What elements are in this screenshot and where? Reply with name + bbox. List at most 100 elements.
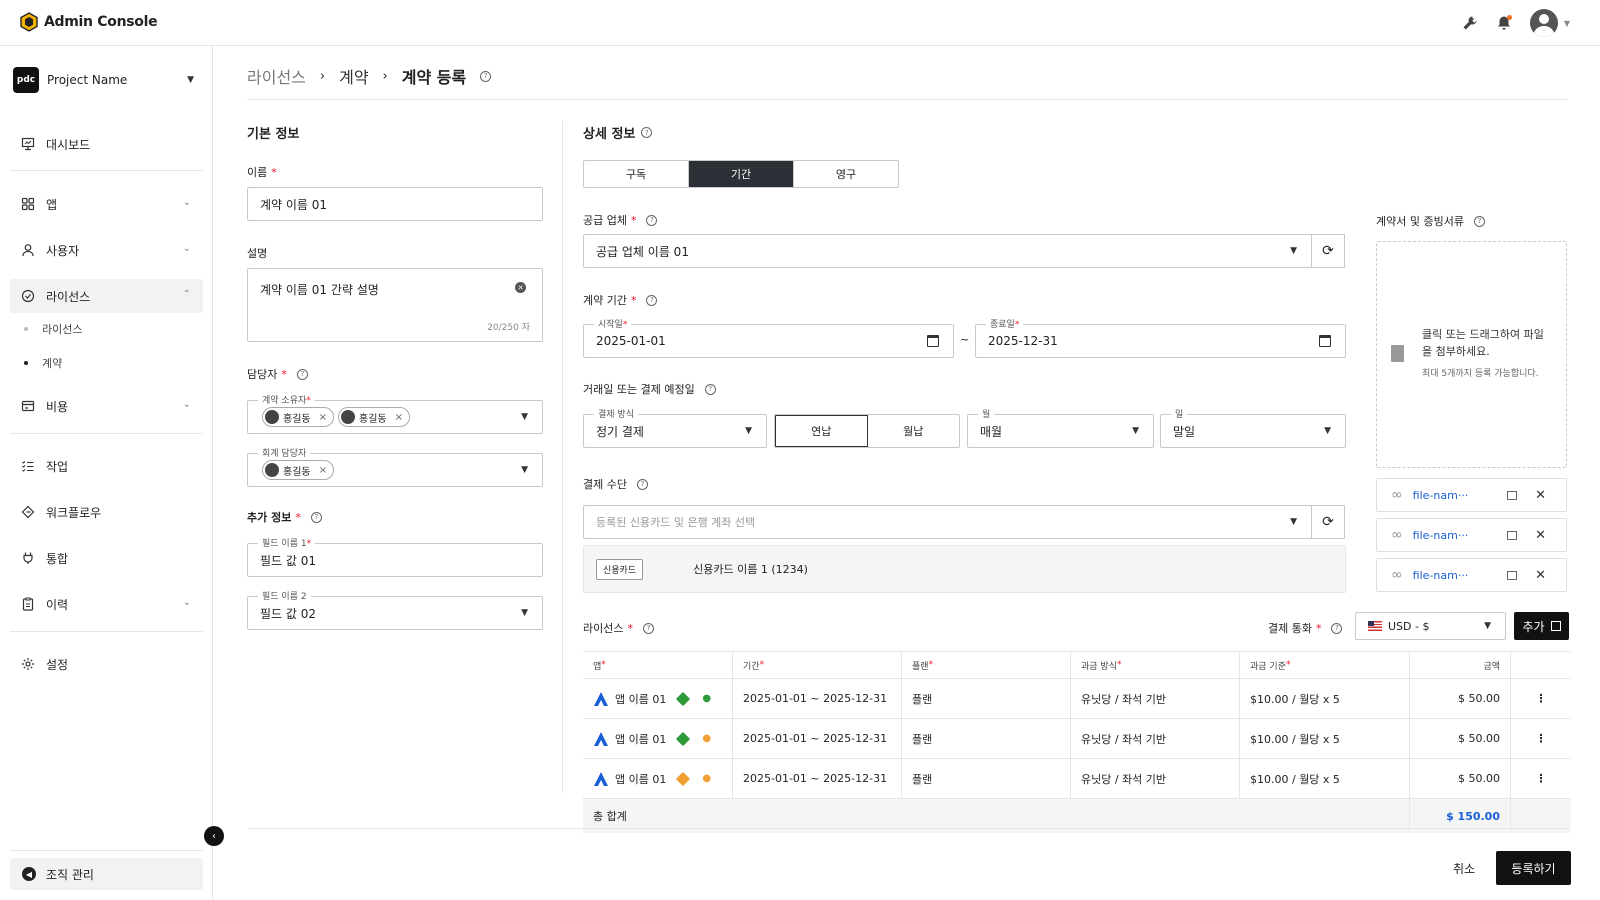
- owner-select[interactable]: 계약 소유자* 홍길동 × 홍길동 × ▼: [247, 393, 543, 434]
- close-icon[interactable]: ✕: [1535, 528, 1546, 543]
- footer-divider: [248, 828, 1570, 829]
- cancel-button[interactable]: 취소: [1434, 851, 1494, 885]
- help-icon[interactable]: ?: [646, 294, 658, 306]
- currency-select[interactable]: USD - $ ▼: [1355, 612, 1506, 640]
- help-icon[interactable]: ?: [1473, 215, 1485, 227]
- day-label: 일: [1171, 407, 1188, 420]
- table-header: 앱 * 기간 * 플랜 * 과금 방식 * 과금 기준 * 금액: [583, 651, 1571, 679]
- close-icon[interactable]: ×: [319, 412, 327, 423]
- sidebar-item-history[interactable]: 이력 ⌄: [10, 587, 203, 621]
- sidebar-item-task[interactable]: 작업: [10, 449, 203, 483]
- license-table: 앱 * 기간 * 플랜 * 과금 방식 * 과금 기준 * 금액 앱 이름 01 ● 2025…: [583, 651, 1571, 833]
- sidebar-item-cost[interactable]: 비용 ⌄: [10, 389, 203, 423]
- file-name[interactable]: file-nam···: [1413, 569, 1507, 582]
- app-name[interactable]: 앱 이름 01: [615, 771, 666, 787]
- sidebar-item-workflow[interactable]: 워크플로우: [10, 495, 203, 529]
- payment-means-select[interactable]: 등록된 신용카드 및 은행 계좌 선택 ▼: [583, 505, 1312, 539]
- breadcrumb-license[interactable]: 라이선스: [247, 64, 306, 88]
- preview-icon[interactable]: [1507, 570, 1518, 580]
- month-select[interactable]: 월 매월 ▼: [967, 407, 1154, 448]
- sidebar-subitem-contract[interactable]: 계약: [24, 355, 62, 371]
- wrench-icon[interactable]: [1462, 15, 1478, 31]
- sidebar-item-license[interactable]: 라이선스 ⌃: [10, 279, 203, 313]
- user-icon: ●: [702, 773, 712, 784]
- help-icon[interactable]: ?: [310, 511, 322, 523]
- row-menu-button[interactable]: ⋮: [1511, 759, 1571, 798]
- help-icon[interactable]: ?: [646, 214, 658, 226]
- project-selector[interactable]: pdc Project Name ▼: [13, 66, 200, 94]
- toggle-monthly[interactable]: 월납: [868, 415, 960, 447]
- user-chip[interactable]: 홍길동 ×: [262, 407, 334, 427]
- preview-icon[interactable]: [1507, 530, 1518, 540]
- accountant-select[interactable]: 회계 담당자 홍길동 × ▼: [247, 446, 543, 487]
- attached-file: ∞ file-nam··· ✕: [1376, 518, 1567, 552]
- help-icon[interactable]: ?: [704, 383, 716, 395]
- cell-billing: 유닛당 / 좌석 기반: [1071, 679, 1240, 718]
- add-license-button[interactable]: 추가: [1514, 612, 1569, 640]
- file-name[interactable]: file-nam···: [1413, 529, 1507, 542]
- notification-button[interactable]: [1496, 15, 1512, 31]
- close-icon[interactable]: ×: [395, 412, 403, 423]
- help-icon[interactable]: ?: [642, 622, 654, 634]
- org-management-button[interactable]: ◀ 조직 관리: [10, 858, 203, 890]
- field1-input[interactable]: 필드 이름 1* 필드 값 01: [247, 536, 543, 577]
- submit-button[interactable]: 등록하기: [1496, 851, 1571, 885]
- file-name[interactable]: file-nam···: [1413, 489, 1507, 502]
- clear-icon[interactable]: ✕: [515, 282, 526, 293]
- toggle-yearly[interactable]: 연납: [775, 415, 868, 447]
- help-icon[interactable]: ?: [480, 70, 492, 82]
- row-menu-button[interactable]: ⋮: [1511, 679, 1571, 718]
- supplier-refresh-button[interactable]: ⟳: [1311, 234, 1345, 268]
- start-date-input[interactable]: 시작일* 2025-01-01: [583, 317, 954, 358]
- user-chip[interactable]: 홍길동 ×: [262, 460, 334, 480]
- calendar-icon[interactable]: [1319, 335, 1331, 347]
- pay-method-select[interactable]: 결제 방식 정기 결제 ▼: [583, 407, 767, 448]
- day-select[interactable]: 일 말일 ▼: [1160, 407, 1346, 448]
- cost-icon: [20, 398, 36, 414]
- avatar: [1529, 9, 1558, 37]
- close-icon[interactable]: ×: [319, 465, 327, 476]
- end-date-input[interactable]: 종료일* 2025-12-31: [975, 317, 1346, 358]
- caret-down-icon: ▼: [745, 426, 752, 436]
- payment-refresh-button[interactable]: ⟳: [1311, 505, 1345, 539]
- app-name[interactable]: 앱 이름 01: [615, 731, 666, 747]
- breadcrumb-contract[interactable]: 계약: [339, 64, 368, 88]
- col-app: 앱 *: [583, 652, 733, 678]
- help-icon[interactable]: ?: [636, 478, 648, 490]
- payment-means-label: 결제 수단?: [583, 476, 648, 492]
- field2-label: 필드 이름 2: [258, 589, 311, 602]
- license-label: 라이선스 *?: [583, 620, 654, 636]
- preview-icon[interactable]: [1507, 490, 1518, 500]
- user-chip[interactable]: 홍길동 ×: [338, 407, 410, 427]
- refresh-icon: ⟳: [1322, 243, 1334, 259]
- sidebar-item-integration[interactable]: 통합: [10, 541, 203, 575]
- sidebar-subitem-license[interactable]: 라이선스: [24, 321, 82, 337]
- sidebar-item-label: 비용: [46, 399, 69, 414]
- app-logo[interactable]: Admin Console: [20, 12, 158, 32]
- tab-period[interactable]: 기간: [689, 161, 794, 187]
- field1-value: 필드 값 01: [260, 553, 317, 568]
- help-icon[interactable]: ?: [296, 368, 308, 380]
- close-icon[interactable]: ✕: [1535, 488, 1546, 503]
- sidebar-item-settings[interactable]: 설정: [10, 647, 203, 681]
- profile-menu[interactable]: ▼: [1529, 9, 1570, 37]
- supplier-select[interactable]: 공급 업체 이름 01 ▼: [583, 234, 1312, 268]
- sidebar-item-dashboard[interactable]: 대시보드: [10, 127, 203, 161]
- desc-textarea[interactable]: 계약 이름 01 간략 설명 ✕ 20/250 자: [247, 268, 543, 342]
- sidebar-item-users[interactable]: 사용자 ⌄: [10, 233, 203, 267]
- calendar-icon[interactable]: [927, 335, 939, 347]
- file-dropzone[interactable]: 클릭 또는 드래그하여 파일을 첨부하세요. 최대 5개까지 등록 가능합니다.: [1376, 241, 1567, 468]
- app-name[interactable]: 앱 이름 01: [615, 691, 666, 707]
- col-amount: 금액: [1410, 652, 1511, 678]
- row-menu-button[interactable]: ⋮: [1511, 719, 1571, 758]
- help-icon[interactable]: ?: [641, 127, 653, 138]
- field2-select[interactable]: 필드 이름 2 필드 값 02 ▼: [247, 589, 543, 630]
- column-divider: [562, 121, 563, 793]
- tab-subscription[interactable]: 구독: [584, 161, 689, 187]
- close-icon[interactable]: ✕: [1535, 568, 1546, 583]
- name-input[interactable]: 계약 이름 01: [247, 187, 543, 221]
- tab-perpetual[interactable]: 영구: [794, 161, 898, 187]
- help-icon[interactable]: ?: [1331, 622, 1343, 634]
- sidebar-item-apps[interactable]: 앱 ⌄: [10, 187, 203, 221]
- org-management-label: 조직 관리: [46, 867, 94, 882]
